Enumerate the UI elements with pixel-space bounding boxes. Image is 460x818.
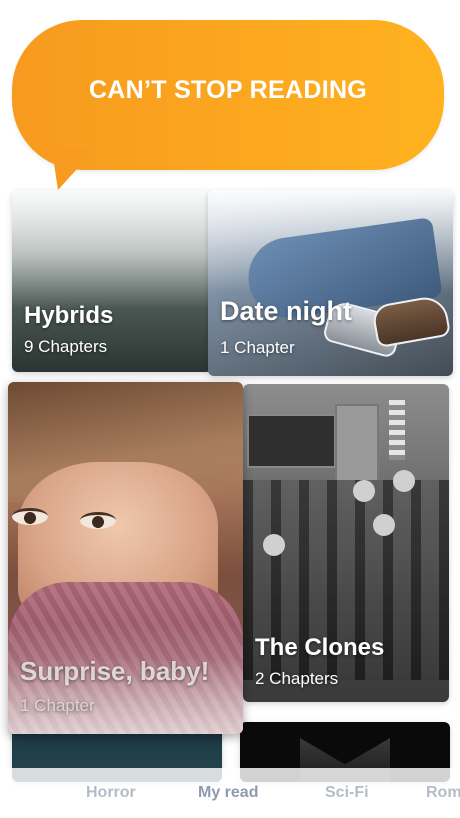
story-title: Hybrids [24,302,114,329]
tab-sci-fi[interactable]: Sci-Fi [325,784,369,802]
cover-image-detail [353,480,375,502]
category-tab-bar: Horror My read Sci-Fi Rom [0,768,460,818]
story-chapter-count: 1 Chapter [220,338,295,357]
story-card-hybrids[interactable]: Hybrids 9 Chapters [12,190,212,372]
cover-image-detail [373,514,395,536]
promo-banner-tail [52,150,94,190]
story-chapter-count: 2 Chapters [255,669,339,688]
cover-image-detail [12,508,48,525]
cover-image-detail [80,512,116,529]
story-title: Surprise, baby! [20,656,210,686]
story-card-the-clones[interactable]: The Clones 2 Chapters [243,384,449,702]
story-title: The Clones [255,634,385,661]
cover-image-detail [335,404,379,488]
story-card-date-night[interactable]: Date night 1 Chapter [208,190,453,376]
tab-romance[interactable]: Rom [426,784,460,802]
story-chapter-count: 9 Chapters [24,337,108,356]
cover-image-detail [389,400,405,460]
tab-horror[interactable]: Horror [86,784,136,802]
cover-image [247,414,336,468]
tab-my-read[interactable]: My read [198,784,258,802]
promo-banner-text: CAN’T STOP READING [88,76,368,104]
cover-image-detail [263,534,285,556]
story-title: Date night [220,296,352,326]
story-card-surprise-baby[interactable]: Surprise, baby! 1 Chapter [8,382,243,734]
cover-image-detail [393,470,415,492]
story-chapter-count: 1 Chapter [20,696,95,715]
